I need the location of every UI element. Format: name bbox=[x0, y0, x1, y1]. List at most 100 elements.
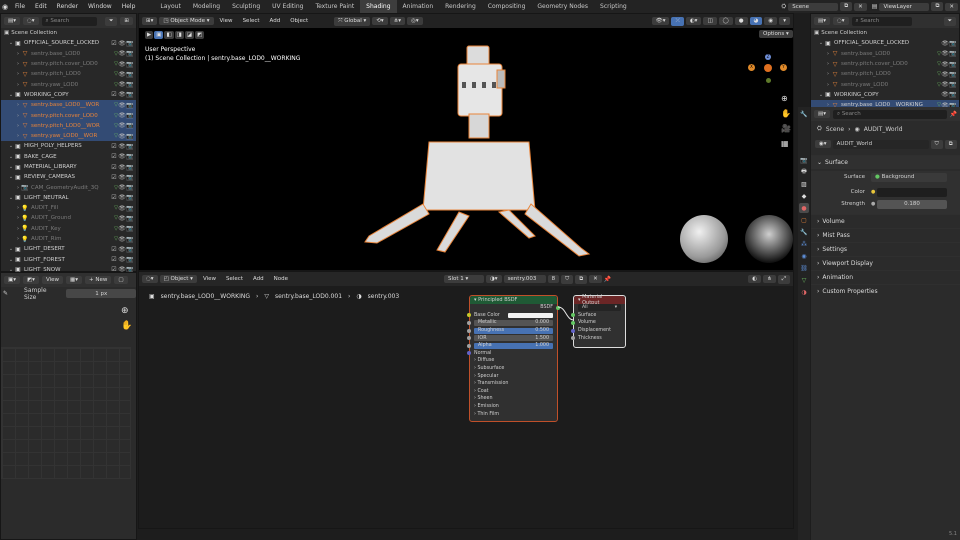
workspace-tab-sculpting[interactable]: Sculpting bbox=[226, 0, 266, 13]
eye-icon[interactable]: 👁 bbox=[118, 256, 126, 263]
bsdf-panel-emission[interactable]: › Emission bbox=[470, 403, 557, 411]
outliner-row[interactable]: ⌄ ▣ MATERIAL_LIBRARY ☑ 👁 📷 bbox=[1, 162, 136, 172]
input-socket[interactable] bbox=[571, 336, 575, 341]
perspective-grid-icon[interactable]: ▦ bbox=[781, 139, 789, 148]
select-extend-icon[interactable]: ◧ bbox=[164, 31, 174, 39]
surface-section-header[interactable]: ⌄ Surface bbox=[811, 155, 960, 169]
select-box-new-icon[interactable]: ▣ bbox=[154, 31, 164, 39]
transform-orientation-dropdown[interactable]: ⤧ Global ▾ bbox=[334, 16, 371, 26]
section-settings[interactable]: › Settings bbox=[811, 242, 960, 256]
node-wrangler-icon[interactable]: ⤢ bbox=[777, 274, 790, 284]
gizmo-center[interactable] bbox=[764, 64, 772, 72]
world-tab-icon[interactable]: ● bbox=[799, 203, 809, 213]
outliner-row[interactable]: ⌄ ▣ OFFICIAL_SOURCE_LOCKED ☑ 👁 📷 bbox=[1, 38, 136, 48]
physics-tab-icon[interactable]: ◉ bbox=[799, 251, 809, 261]
camera-render-icon[interactable]: 📷 bbox=[126, 236, 134, 243]
section-animation[interactable]: › Animation bbox=[811, 270, 960, 284]
material-users-count[interactable]: 8 bbox=[547, 275, 560, 283]
viewport-menu-select[interactable]: Select bbox=[239, 17, 264, 25]
menu-edit[interactable]: Edit bbox=[30, 3, 52, 10]
eye-icon[interactable]: 👁 bbox=[118, 112, 126, 119]
modifier-tab-icon[interactable]: 🔧 bbox=[799, 227, 809, 237]
particles-tab-icon[interactable]: ⁂ bbox=[799, 239, 809, 249]
camera-render-icon[interactable]: 📷 bbox=[949, 71, 957, 78]
sentry-model[interactable] bbox=[359, 42, 599, 260]
gizmo-z-axis[interactable]: Z bbox=[765, 54, 771, 60]
eye-icon[interactable]: 👁 bbox=[941, 61, 949, 68]
overlay-icon[interactable]: ◐▾ bbox=[685, 17, 702, 25]
image-mode-icon[interactable]: ◩▾ bbox=[22, 276, 39, 284]
menu-render[interactable]: Render bbox=[52, 3, 83, 10]
eye-icon[interactable]: 👁 bbox=[118, 122, 126, 129]
node-menu-add[interactable]: Add bbox=[249, 275, 268, 283]
camera-render-icon[interactable]: 📷 bbox=[126, 61, 134, 68]
output-node-header[interactable]: ▾ Material Output bbox=[574, 294, 625, 306]
gizmo-neg-y[interactable] bbox=[766, 78, 771, 83]
outliner-row[interactable]: › ▽ sentry.base_LOD0 ▽ 👁 📷 bbox=[1, 49, 136, 59]
eye-icon[interactable]: 👁 bbox=[118, 61, 126, 68]
checkbox-icon[interactable]: ☑ bbox=[110, 40, 118, 47]
shading-solid-icon[interactable]: ● bbox=[734, 17, 748, 25]
outliner-row[interactable]: ⌄ ▣ HIGH_POLY_HELPERS ☑ 👁 📷 bbox=[1, 141, 136, 151]
shading-wireframe-icon[interactable]: ◯ bbox=[718, 17, 733, 25]
world-browse-icon[interactable]: ◉▾ bbox=[815, 140, 831, 148]
editor-type-icon[interactable]: ▤▾ bbox=[4, 17, 20, 25]
delete-scene-icon[interactable]: ✕ bbox=[854, 2, 867, 11]
outliner-row[interactable]: ⌄ ▣ WORKING_COPY 👁 📷 bbox=[811, 90, 959, 100]
zoom-icon[interactable]: ⊕ bbox=[121, 306, 129, 316]
surface-shader-field[interactable]: ● Background bbox=[871, 172, 947, 182]
pan-hand-icon[interactable]: ✋ bbox=[781, 109, 791, 118]
object-tab-icon[interactable]: ▢ bbox=[799, 215, 809, 225]
checkbox-icon[interactable]: ☑ bbox=[110, 164, 118, 171]
filter-icon[interactable]: ⏷ bbox=[943, 16, 956, 26]
bsdf-panel-specular[interactable]: › Specular bbox=[470, 372, 557, 380]
camera-render-icon[interactable]: 📷 bbox=[126, 102, 134, 109]
shading-options-icon[interactable]: ▾ bbox=[779, 17, 790, 25]
camera-render-icon[interactable]: 📷 bbox=[126, 50, 134, 57]
scene-tab-icon[interactable]: ◆ bbox=[799, 191, 809, 201]
section-viewport-display[interactable]: › Viewport Display bbox=[811, 256, 960, 270]
scene-selector[interactable]: Scene bbox=[788, 2, 839, 11]
view-layer-selector[interactable]: ViewLayer bbox=[879, 2, 930, 11]
filter-icon[interactable]: ⏷ bbox=[104, 16, 118, 26]
eye-icon[interactable]: 👁 bbox=[118, 184, 126, 191]
eye-icon[interactable]: 👁 bbox=[118, 102, 126, 109]
select-invert-icon[interactable]: ◪ bbox=[184, 31, 195, 39]
visibility-icon[interactable]: 👁▾ bbox=[651, 17, 670, 25]
bsdf-input-roughness[interactable]: Roughness 0.500 bbox=[467, 327, 557, 335]
shading-material-icon[interactable]: ◕ bbox=[749, 17, 763, 25]
new-view-layer-icon[interactable]: ⧉ bbox=[931, 2, 944, 11]
sample-tool-icon[interactable]: ✎ bbox=[3, 290, 8, 297]
view-layer-tab-icon[interactable]: ▨ bbox=[799, 179, 809, 189]
duplicate-world-icon[interactable]: ⧉ bbox=[944, 139, 957, 149]
viewport-menu-object[interactable]: Object bbox=[286, 17, 312, 25]
node-menu-view[interactable]: View bbox=[199, 275, 220, 283]
eye-icon[interactable]: 👁 bbox=[118, 143, 126, 150]
material-output-node[interactable]: ▾ Material Output All ▾ Surface Volume Disp… bbox=[571, 294, 626, 348]
camera-render-icon[interactable]: 📷 bbox=[126, 246, 134, 253]
eye-icon[interactable]: 👁 bbox=[118, 174, 126, 181]
input-socket[interactable] bbox=[467, 351, 471, 356]
image-browse-icon[interactable]: ▦▾ bbox=[66, 276, 82, 284]
world-name-field[interactable]: AUDIT_World bbox=[832, 139, 929, 149]
material-tab-icon[interactable]: ◑ bbox=[799, 287, 809, 297]
outliner-row[interactable]: › ▽ sentry.yaw_LOD0 ▽ 👁 📷 bbox=[1, 79, 136, 89]
camera-render-icon[interactable]: 📷 bbox=[126, 194, 134, 201]
proportional-edit-icon[interactable]: ◎▾ bbox=[407, 17, 423, 25]
bsdf-panel-sheen[interactable]: › Sheen bbox=[470, 395, 557, 403]
bsdf-panel-coat[interactable]: › Coat bbox=[470, 388, 557, 396]
checkbox-icon[interactable]: ☑ bbox=[110, 174, 118, 181]
section-custom-properties[interactable]: › Custom Properties bbox=[811, 284, 960, 298]
checkbox-icon[interactable]: ☑ bbox=[110, 194, 118, 201]
outliner-row[interactable]: › ▽ sentry.yaw_LOD0__WOR ▽ 👁 📷 bbox=[1, 130, 136, 142]
bsdf-input-alpha[interactable]: Alpha 1.000 bbox=[467, 342, 557, 350]
eye-icon[interactable]: 👁 bbox=[941, 40, 949, 47]
camera-render-icon[interactable]: 📷 bbox=[126, 184, 134, 191]
options-button[interactable]: Options ▾ bbox=[759, 30, 793, 38]
eye-icon[interactable]: 👁 bbox=[118, 225, 126, 232]
outliner-row[interactable]: ⌄ ▣ OFFICIAL_SOURCE_LOCKED 👁 📷 bbox=[811, 38, 959, 48]
material-browse-icon[interactable]: ◑▾ bbox=[486, 275, 502, 283]
scene-collection-row[interactable]: ▣ Scene Collection bbox=[811, 28, 959, 38]
fake-user-icon[interactable]: ⛉ bbox=[561, 274, 574, 284]
constraints-tab-icon[interactable]: ⛓ bbox=[799, 263, 809, 273]
